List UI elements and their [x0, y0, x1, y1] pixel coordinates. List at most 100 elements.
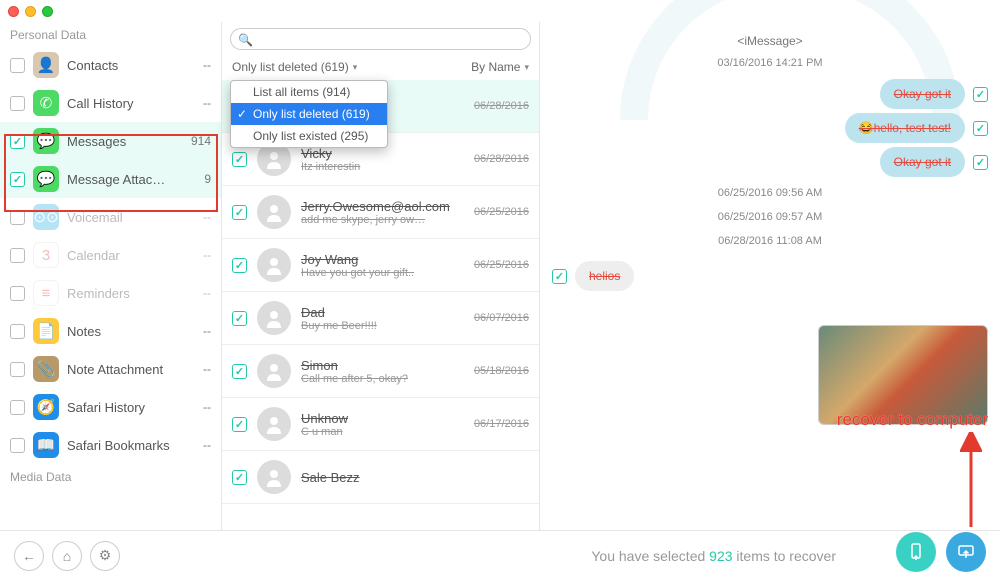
message-bubble-incoming: helios [575, 261, 634, 291]
conversation-row[interactable]: SimonCall me after 5, okay?05/18/2016 [222, 345, 539, 398]
imessage-header: <iMessage> [552, 34, 988, 48]
row-checkbox[interactable] [232, 205, 247, 220]
conversation-date: 06/28/2016 [474, 153, 529, 165]
minimize-icon[interactable] [25, 6, 36, 17]
recover-to-computer-button[interactable] [946, 532, 986, 572]
row-checkbox[interactable] [232, 470, 247, 485]
sidebar-item-label: Safari History [67, 400, 195, 415]
sidebar-item-messages[interactable]: 💬 Messages 914 [0, 122, 221, 160]
conversation-date: 05/18/2016 [474, 365, 529, 377]
conversation-row[interactable]: DadBuy me Beer!!!!06/07/2016 [222, 292, 539, 345]
category-icon: ≡ [33, 280, 59, 306]
sidebar-item-checkbox[interactable] [10, 96, 25, 111]
zoom-icon[interactable] [42, 6, 53, 17]
conversation-row[interactable]: Joy WangHave you got your gift.. 06/25/20… [222, 239, 539, 292]
dropdown-item-deleted[interactable]: Only list deleted (619) [231, 103, 387, 125]
conversation-detail-pane: <iMessage> 03/16/2016 14:21 PM Okay got … [540, 22, 1000, 530]
conversation-preview: Have you got your gift.. [301, 267, 464, 279]
close-icon[interactable] [8, 6, 19, 17]
message-checkbox[interactable] [552, 269, 567, 284]
sidebar-section-media: Media Data [0, 464, 221, 488]
message-checkbox[interactable] [973, 155, 988, 170]
sidebar: Personal Data 👤Contacts-- ✆ Call History --… [0, 22, 222, 530]
sidebar-item-count: -- [203, 96, 211, 110]
message-bubble-outgoing: Okay got it [880, 147, 965, 177]
conversation-preview: add me skype, jerry ow… [301, 214, 464, 226]
sidebar-item-label: Note Attachment [67, 362, 195, 377]
conversation-name: Simon [301, 358, 464, 373]
message-checkbox[interactable] [973, 87, 988, 102]
message-bubble-outgoing: Okay got it [880, 79, 965, 109]
row-checkbox[interactable] [232, 417, 247, 432]
conversation-row[interactable]: UnknowC u man06/17/2016 [222, 398, 539, 451]
sidebar-item-safari-history[interactable]: 🧭 Safari History -- [0, 388, 221, 426]
sidebar-item-count: -- [203, 400, 211, 414]
message-checkbox[interactable] [973, 121, 988, 136]
row-checkbox[interactable] [232, 152, 247, 167]
sidebar-item-checkbox[interactable] [10, 210, 25, 225]
conversation-row[interactable]: Sale Bezz [222, 451, 539, 504]
conversation-date: 06/25/2016 [474, 206, 529, 218]
row-checkbox[interactable] [232, 364, 247, 379]
sidebar-item-call-history[interactable]: ✆ Call History -- [0, 84, 221, 122]
conversation-date: 06/25/2016 [474, 259, 529, 271]
sidebar-item-label: Messages [67, 134, 183, 149]
row-checkbox[interactable] [232, 258, 247, 273]
sidebar-item-note-attachment[interactable]: 📎Note Attachment-- [0, 350, 221, 388]
sidebar-item-count: 914 [191, 134, 211, 148]
home-button[interactable]: ⌂ [52, 541, 82, 571]
sidebar-item-calendar[interactable]: 3Calendar-- [0, 236, 221, 274]
conversation-date: 06/28/2016 [474, 100, 529, 112]
conversation-name: Sale Bezz [301, 470, 519, 485]
filter-dropdown-menu: List all items (914) Only list deleted (… [230, 80, 388, 148]
sidebar-section-personal: Personal Data [0, 22, 221, 46]
settings-button[interactable]: ⚙ [90, 541, 120, 571]
sidebar-item-checkbox[interactable] [10, 400, 25, 415]
recover-to-iphone-button[interactable] [896, 532, 936, 572]
timestamp: 06/25/2016 09:57 AM [552, 211, 988, 223]
sidebar-item-reminders[interactable]: ≡Reminders-- [0, 274, 221, 312]
search-input[interactable] [230, 28, 531, 50]
sidebar-item-label: Reminders [67, 286, 195, 301]
category-icon: ⊙⊙ [33, 204, 59, 230]
conversation-date: 06/07/2016 [474, 312, 529, 324]
category-icon: 💬 [33, 128, 59, 154]
sidebar-item-checkbox[interactable] [10, 172, 25, 187]
avatar-icon [257, 301, 291, 335]
sidebar-item-notes[interactable]: 📄Notes-- [0, 312, 221, 350]
image-attachment-thumb[interactable] [818, 325, 988, 425]
sidebar-item-checkbox[interactable] [10, 286, 25, 301]
sidebar-item-checkbox[interactable] [10, 58, 25, 73]
conversation-row[interactable]: Jerry.Owesome@aol.comadd me skype, jerry… [222, 186, 539, 239]
conversation-name: Dad [301, 305, 464, 320]
sidebar-item-checkbox[interactable] [10, 134, 25, 149]
timestamp: 06/28/2016 11:08 AM [552, 235, 988, 247]
back-button[interactable]: ← [14, 541, 44, 571]
avatar-icon [257, 354, 291, 388]
avatar-icon [257, 407, 291, 441]
category-icon: 💬 [33, 166, 59, 192]
sidebar-item-checkbox[interactable] [10, 248, 25, 263]
sidebar-item-voicemail[interactable]: ⊙⊙Voicemail-- [0, 198, 221, 236]
sidebar-item-checkbox[interactable] [10, 324, 25, 339]
conversation-name: Joy Wang [301, 252, 464, 267]
chevron-down-icon: ▾ [353, 62, 358, 73]
sidebar-item-checkbox[interactable] [10, 438, 25, 453]
sidebar-item-count: -- [203, 362, 211, 376]
dropdown-item-existed[interactable]: Only list existed (295) [231, 125, 387, 147]
sidebar-item-count: -- [203, 210, 211, 224]
sidebar-item-contacts[interactable]: 👤Contacts-- [0, 46, 221, 84]
sidebar-item-checkbox[interactable] [10, 362, 25, 377]
selection-status: You have selected 923 items to recover [591, 548, 836, 564]
sidebar-item-label: Call History [67, 96, 195, 111]
avatar-icon [257, 195, 291, 229]
category-icon: 🧭 [33, 394, 59, 420]
filter-dropdown-trigger[interactable]: Only list deleted (619) ▾ [232, 60, 357, 74]
sort-dropdown-trigger[interactable]: By Name ▾ [471, 60, 529, 74]
sidebar-item-message-attac-[interactable]: 💬Message Attac…9 [0, 160, 221, 198]
category-icon: ✆ [33, 90, 59, 116]
sidebar-item-safari-bookmarks[interactable]: 📖Safari Bookmarks-- [0, 426, 221, 464]
sidebar-item-label: Message Attac… [67, 172, 196, 187]
row-checkbox[interactable] [232, 311, 247, 326]
dropdown-item-all[interactable]: List all items (914) [231, 81, 387, 103]
